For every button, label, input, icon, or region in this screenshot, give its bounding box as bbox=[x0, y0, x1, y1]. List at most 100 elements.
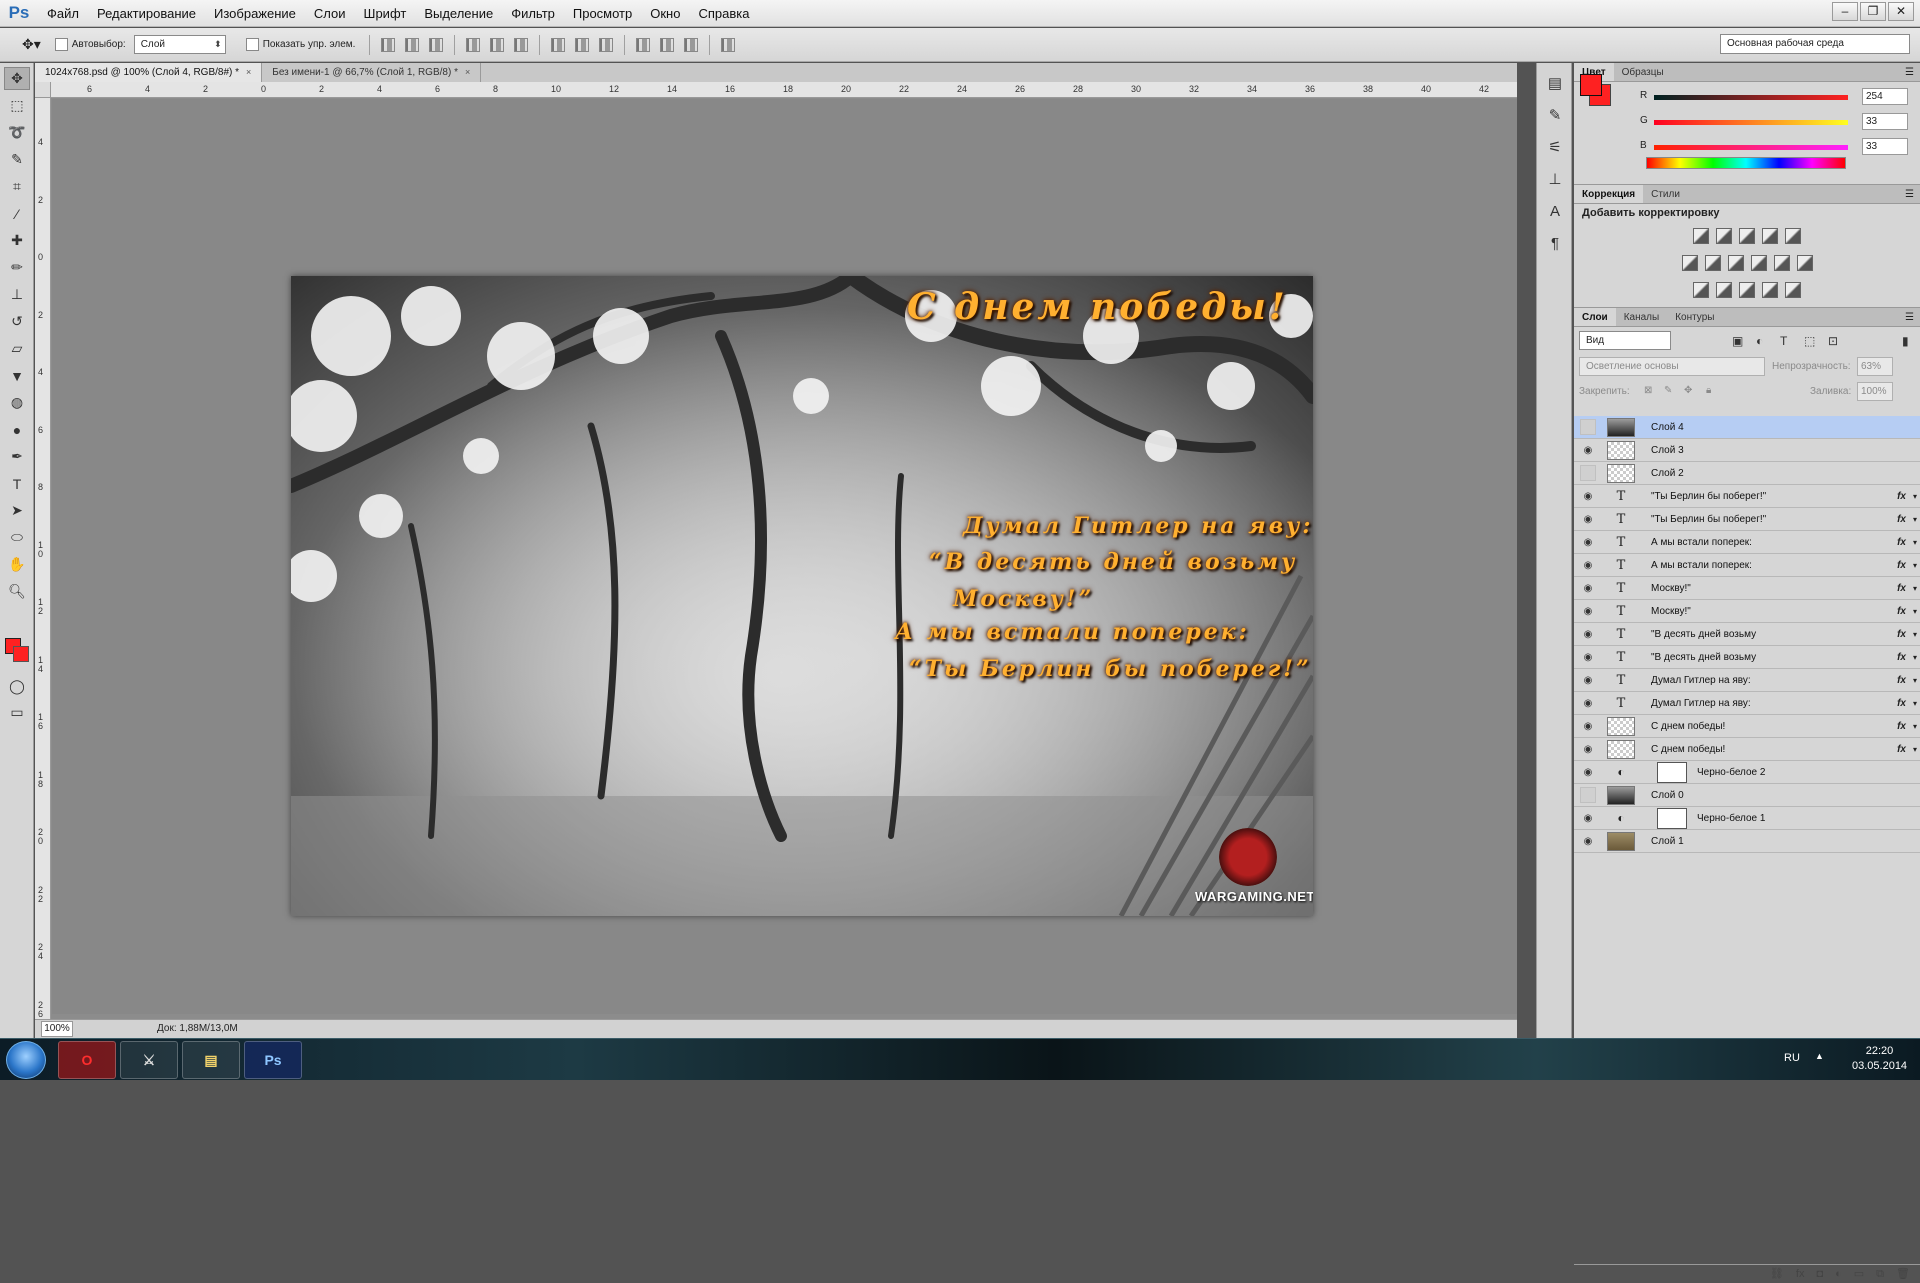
curves-icon[interactable] bbox=[1739, 228, 1755, 244]
filter-adjustment-icon[interactable]: ◐ bbox=[1756, 334, 1763, 348]
layer-row[interactable]: ◉ Слой 2 bbox=[1574, 462, 1920, 485]
visibility-eye-icon[interactable]: ◉ bbox=[1580, 833, 1596, 849]
red-slider[interactable] bbox=[1654, 95, 1848, 100]
start-button[interactable] bbox=[6, 1041, 46, 1079]
eraser-tool-icon[interactable]: ▱ bbox=[4, 337, 30, 360]
fill-field[interactable]: 100% bbox=[1857, 382, 1893, 401]
red-value-field[interactable]: 254 bbox=[1862, 88, 1908, 105]
layer-effects-icon[interactable]: fx bbox=[1897, 692, 1906, 715]
layer-row[interactable]: ◉ T Москву!" fx ▾ bbox=[1574, 577, 1920, 600]
close-button[interactable]: ✕ bbox=[1888, 2, 1914, 21]
color-lookup-icon[interactable] bbox=[1796, 255, 1813, 271]
eyedropper-tool-icon[interactable]: ⁄ bbox=[4, 202, 30, 225]
filter-toggle-icon[interactable]: ▮ bbox=[1902, 334, 1909, 348]
levels-icon[interactable] bbox=[1716, 228, 1732, 244]
restore-button[interactable]: ❐ bbox=[1860, 2, 1886, 21]
autoselect-checkbox[interactable] bbox=[54, 38, 68, 51]
visibility-eye-icon[interactable]: ◉ bbox=[1580, 649, 1596, 665]
align-top-icon[interactable] bbox=[381, 37, 396, 52]
layer-thumbnail[interactable] bbox=[1607, 832, 1635, 851]
expand-effects-icon[interactable]: ▾ bbox=[1913, 715, 1917, 738]
layer-effects-icon[interactable]: fx bbox=[1897, 508, 1906, 531]
tab-styles[interactable]: Стили bbox=[1643, 185, 1688, 203]
autoselect-dropdown[interactable]: Слой bbox=[133, 35, 226, 54]
lasso-tool-icon[interactable]: ➰ bbox=[4, 121, 30, 144]
healing-tool-icon[interactable]: ✚ bbox=[4, 229, 30, 252]
expand-effects-icon[interactable]: ▾ bbox=[1913, 600, 1917, 623]
layer-name[interactable]: Москву!" bbox=[1651, 577, 1691, 600]
layer-effects-icon[interactable]: fx bbox=[1897, 738, 1906, 761]
photo-filter-icon[interactable] bbox=[1750, 255, 1767, 271]
add-style-icon[interactable]: fx bbox=[1796, 1265, 1805, 1283]
menu-item[interactable]: Изображение bbox=[205, 0, 305, 27]
layer-row[interactable]: ◉ ◐ Черно-белое 1 bbox=[1574, 807, 1920, 830]
filter-type-icon[interactable]: T bbox=[1780, 334, 1787, 348]
align-vcenter-icon[interactable] bbox=[405, 37, 420, 52]
type-tool-icon[interactable]: T bbox=[4, 472, 30, 495]
align-hcenter-icon[interactable] bbox=[490, 37, 505, 52]
align-right-icon[interactable] bbox=[514, 37, 529, 52]
canvas-pasteboard[interactable]: С днем победы! Думал Гитлер на яву: “В д… bbox=[52, 99, 1517, 1014]
tab-swatches[interactable]: Образцы bbox=[1614, 63, 1672, 81]
distribute-right-icon[interactable] bbox=[684, 37, 699, 52]
text-layer-icon[interactable]: T bbox=[1611, 671, 1631, 690]
visibility-eye-icon[interactable]: ◉ bbox=[1580, 603, 1596, 619]
layer-name[interactable]: "Ты Берлин бы поберег!" bbox=[1651, 485, 1766, 508]
layer-name[interactable]: Черно-белое 1 bbox=[1697, 807, 1765, 830]
visibility-eye-icon[interactable]: ◉ bbox=[1580, 419, 1596, 435]
tab-adjustments[interactable]: Коррекция bbox=[1574, 185, 1644, 203]
visibility-eye-icon[interactable]: ◉ bbox=[1580, 764, 1596, 780]
visibility-eye-icon[interactable]: ◉ bbox=[1580, 580, 1596, 596]
layer-row[interactable]: ◉ Слой 4 bbox=[1574, 416, 1920, 439]
layer-name[interactable]: Москву!" bbox=[1651, 600, 1691, 623]
filter-shape-icon[interactable]: ⬚ bbox=[1804, 334, 1815, 348]
menu-item[interactable]: Просмотр bbox=[564, 0, 641, 27]
marquee-tool-icon[interactable]: ⬚ bbox=[4, 94, 30, 117]
channel-mixer-icon[interactable] bbox=[1773, 255, 1790, 271]
visibility-eye-icon[interactable]: ◉ bbox=[1580, 741, 1596, 757]
lock-pixels-icon[interactable]: ✎ bbox=[1664, 385, 1672, 396]
character-panel-icon[interactable]: A bbox=[1543, 199, 1567, 223]
layer-name[interactable]: С днем победы! bbox=[1651, 738, 1725, 761]
visibility-eye-icon[interactable]: ◉ bbox=[1580, 465, 1596, 481]
auto-align-icon[interactable] bbox=[721, 37, 736, 52]
distribute-left-icon[interactable] bbox=[636, 37, 651, 52]
layer-row[interactable]: ◉ T Думал Гитлер на яву: fx ▾ bbox=[1574, 669, 1920, 692]
layer-row[interactable]: ◉ T Думал Гитлер на яву: fx ▾ bbox=[1574, 692, 1920, 715]
visibility-eye-icon[interactable]: ◉ bbox=[1580, 626, 1596, 642]
paragraph-panel-icon[interactable]: ¶ bbox=[1543, 231, 1567, 255]
menu-item[interactable]: Редактирование bbox=[88, 0, 205, 27]
menu-item[interactable]: Справка bbox=[689, 0, 758, 27]
lock-transparency-icon[interactable]: ⊠ bbox=[1644, 385, 1652, 396]
language-indicator[interactable]: RU bbox=[1784, 1052, 1800, 1064]
expand-effects-icon[interactable]: ▾ bbox=[1913, 669, 1917, 692]
blue-value-field[interactable]: 33 bbox=[1862, 138, 1908, 155]
tab-paths[interactable]: Контуры bbox=[1667, 308, 1722, 326]
layer-thumbnail[interactable] bbox=[1607, 441, 1635, 460]
posterize-icon[interactable] bbox=[1716, 282, 1732, 298]
layer-row[interactable]: ◉ С днем победы! fx ▾ bbox=[1574, 738, 1920, 761]
color-balance-icon[interactable] bbox=[1704, 255, 1721, 271]
expand-effects-icon[interactable]: ▾ bbox=[1913, 646, 1917, 669]
visibility-eye-icon[interactable]: ◉ bbox=[1580, 718, 1596, 734]
opacity-field[interactable]: 63% bbox=[1857, 357, 1893, 376]
green-value-field[interactable]: 33 bbox=[1862, 113, 1908, 130]
panel-menu-icon[interactable]: ☰ bbox=[1905, 185, 1920, 203]
expand-effects-icon[interactable]: ▾ bbox=[1913, 577, 1917, 600]
black-white-icon[interactable] bbox=[1727, 255, 1744, 271]
new-group-icon[interactable]: ▭ bbox=[1854, 1265, 1864, 1283]
layer-effects-icon[interactable]: fx bbox=[1897, 669, 1906, 692]
layer-row[interactable]: ◉ T А мы встали поперек: fx ▾ bbox=[1574, 531, 1920, 554]
artwork-canvas[interactable]: С днем победы! Думал Гитлер на яву: “В д… bbox=[291, 276, 1313, 916]
delete-layer-icon[interactable]: 🗑︎ bbox=[1896, 1265, 1910, 1283]
green-slider[interactable] bbox=[1654, 120, 1848, 125]
zoom-field[interactable]: 100% bbox=[41, 1021, 73, 1037]
layer-kind-filter[interactable]: Вид bbox=[1579, 331, 1671, 350]
blur-tool-icon[interactable]: ◍ bbox=[4, 391, 30, 414]
move-tool-icon[interactable]: ✥ bbox=[4, 67, 30, 90]
workspace-dropdown[interactable]: Основная рабочая среда bbox=[1720, 34, 1910, 54]
layer-name[interactable]: Думал Гитлер на яву: bbox=[1651, 692, 1751, 715]
visibility-eye-icon[interactable]: ◉ bbox=[1580, 488, 1596, 504]
expand-effects-icon[interactable]: ▾ bbox=[1913, 738, 1917, 761]
text-layer-icon[interactable]: T bbox=[1611, 510, 1631, 529]
